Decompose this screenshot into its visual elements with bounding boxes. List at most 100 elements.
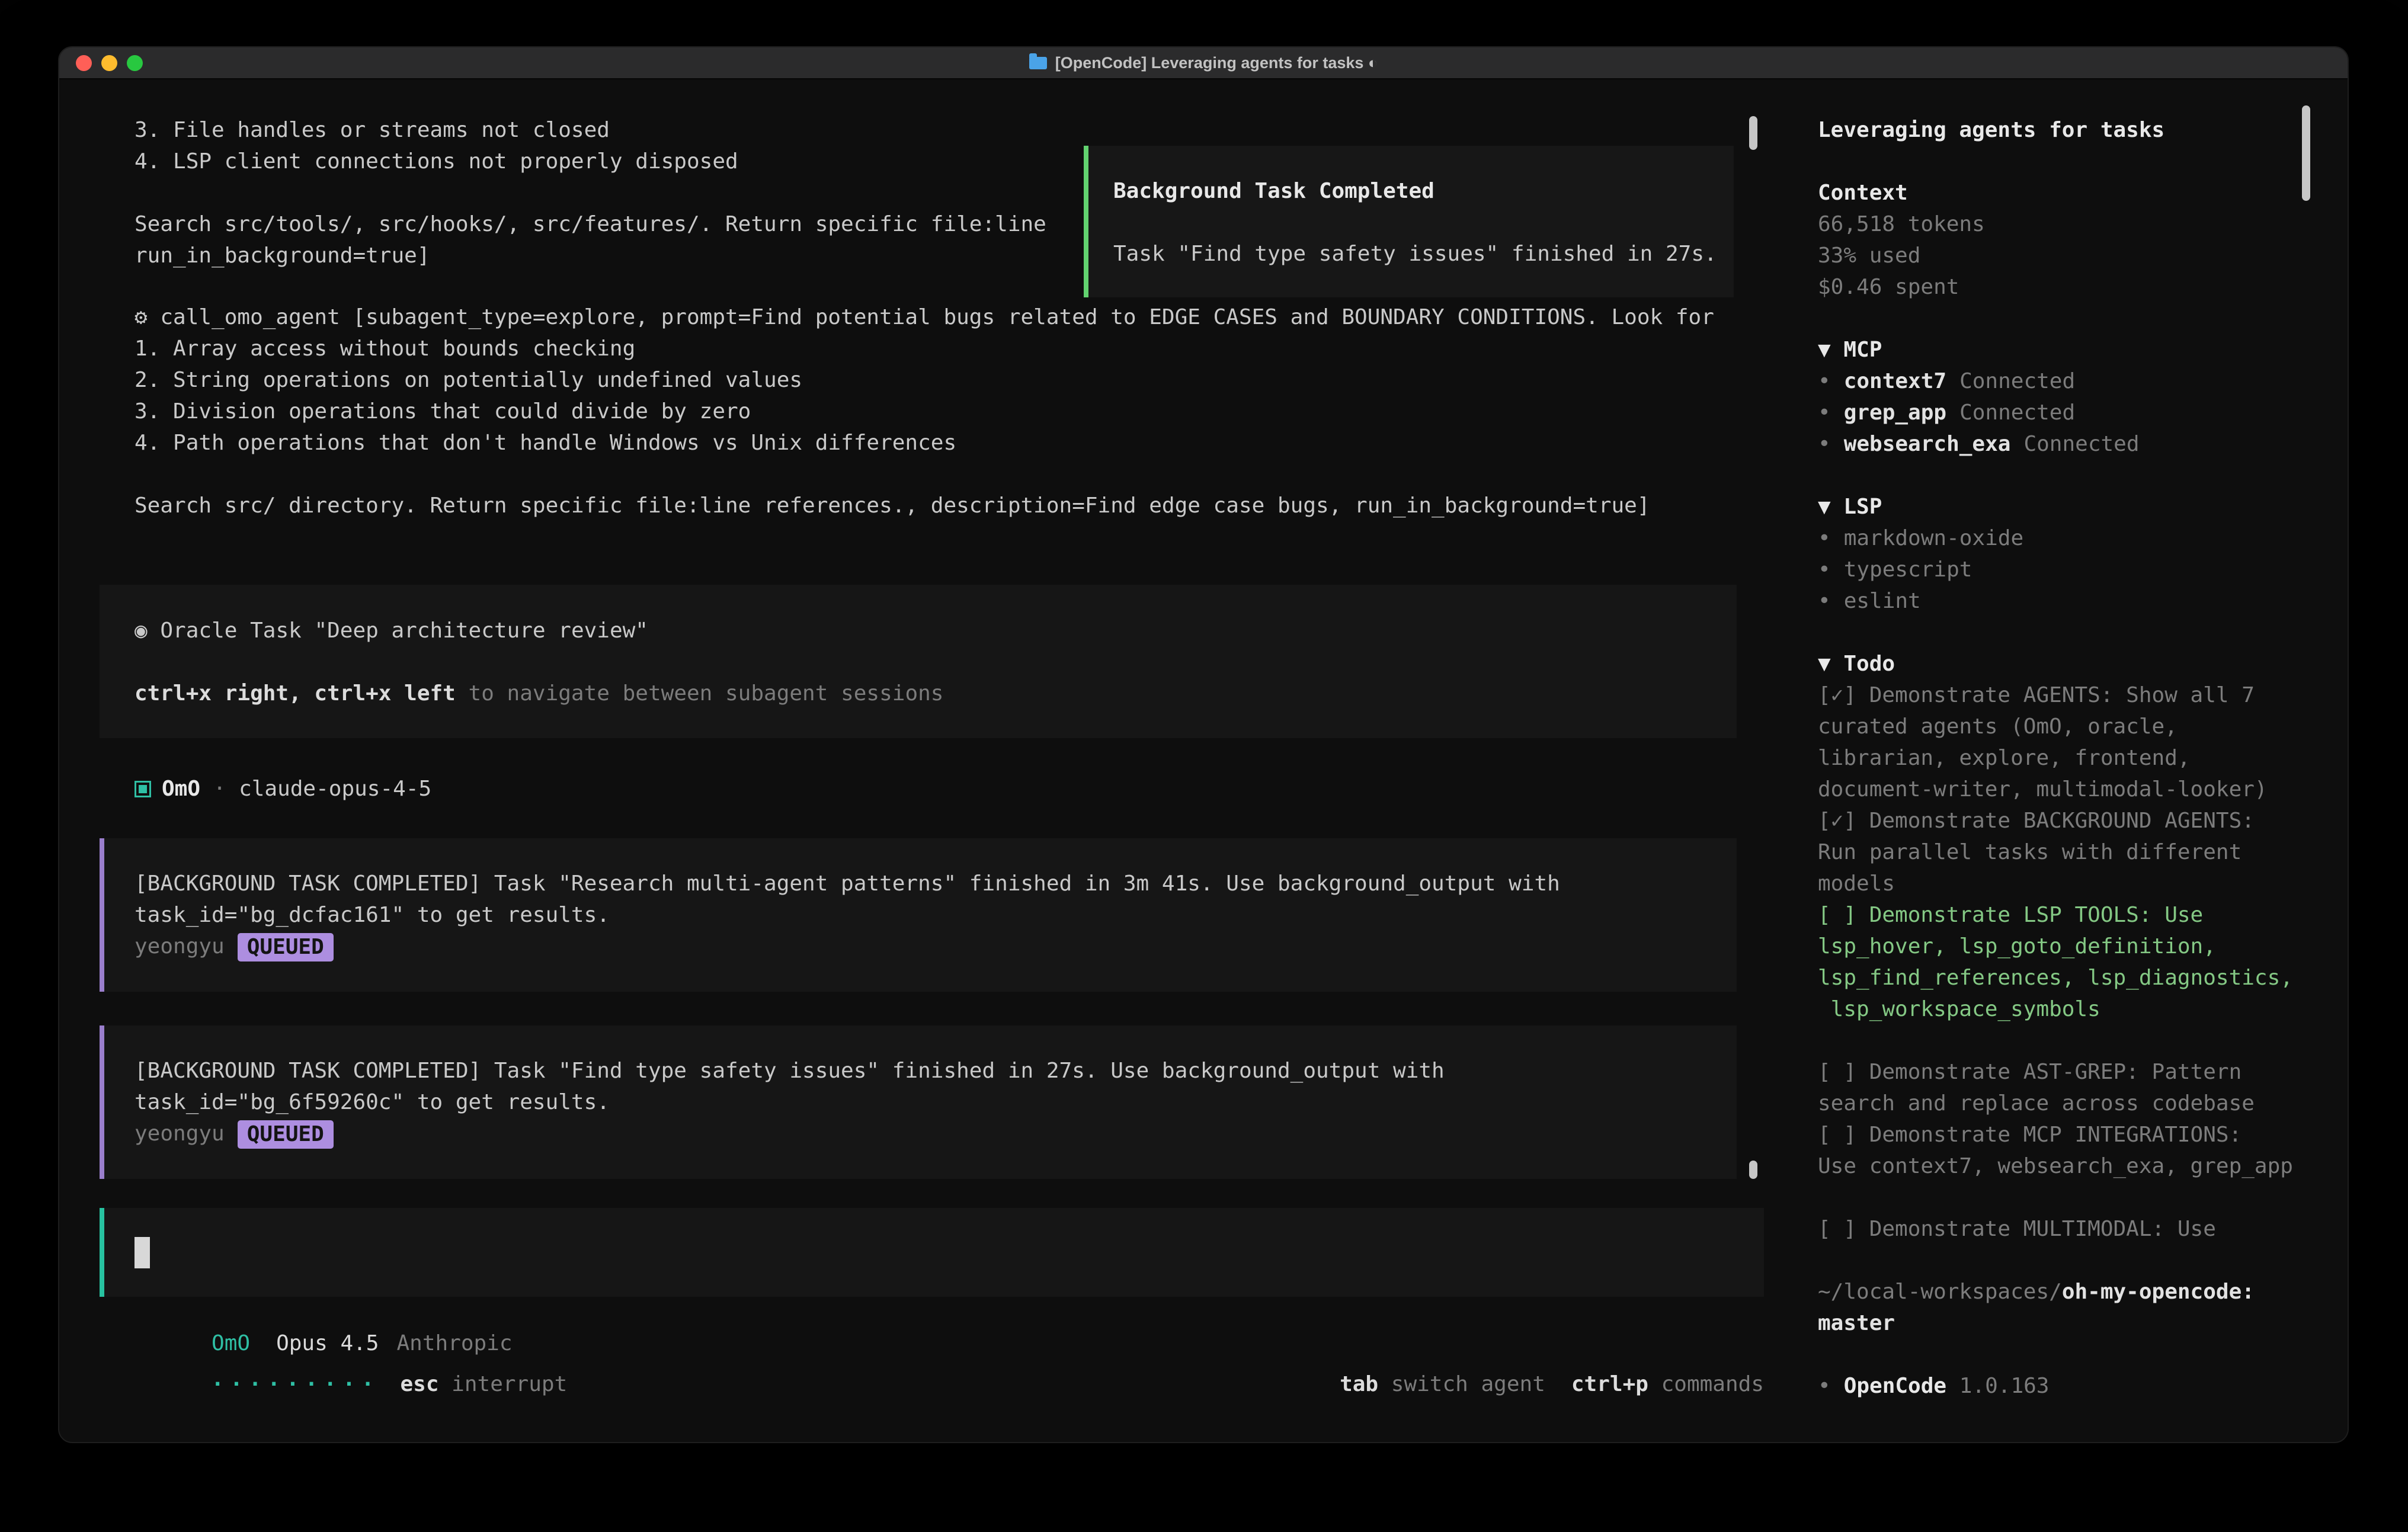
lsp-item: •markdown-oxide — [1818, 523, 2349, 554]
lsp-name: typescript — [1844, 557, 1972, 582]
message-author: yeongyu — [135, 1121, 225, 1146]
oracle-hint-text: to navigate between subagent sessions — [456, 681, 944, 706]
spacer — [135, 646, 1737, 678]
notification-title: Background Task Completed — [1113, 175, 1734, 207]
tool-call-line: 1. Array access without bounds checking — [135, 333, 1714, 364]
esc-key-hint: esc — [400, 1372, 438, 1396]
oracle-title-row: ◉ Oracle Task "Deep architecture review" — [135, 615, 1737, 646]
mcp-name: context7 — [1844, 369, 1946, 393]
agent-name: OmO — [162, 777, 200, 801]
context-tokens: 66,518 tokens — [1818, 209, 2349, 240]
lsp-heading[interactable]: ▼ LSP — [1818, 491, 2349, 523]
message-line: [BACKGROUND TASK COMPLETED] Task "Resear… — [135, 868, 1737, 899]
message-line: [BACKGROUND TASK COMPLETED] Task "Find t… — [135, 1055, 1737, 1086]
bullet-icon: • — [1818, 557, 1831, 582]
bullet-icon: • — [1818, 589, 1831, 613]
oracle-task-panel: ◉ Oracle Task "Deep architecture review"… — [100, 585, 1737, 738]
spacer — [1818, 1245, 2349, 1276]
spinner-dots: ········· — [211, 1372, 380, 1396]
tool-call-line: 2. String operations on potentially unde… — [135, 364, 1714, 396]
message-author: yeongyu — [135, 934, 225, 959]
todo-line-done: Run parallel tasks with different — [1818, 836, 2349, 868]
omo-agent-icon — [135, 781, 151, 797]
mcp-heading[interactable]: ▼ MCP — [1818, 334, 2349, 366]
notification-body: Task "Find type safety issues" finished … — [1113, 238, 1734, 270]
mcp-name: websearch_exa — [1844, 432, 2011, 456]
bullet-icon: • — [1818, 1374, 1831, 1398]
scrollback-line: 3. File handles or streams not closed — [135, 114, 1046, 146]
todo-line-done: curated agents (OmO, oracle, — [1818, 711, 2349, 742]
oracle-hint-keys: ctrl+x right, ctrl+x left — [135, 681, 456, 706]
todo-line-pending — [1818, 1182, 2349, 1213]
assistant-message: [BACKGROUND TASK COMPLETED] Task "Resear… — [100, 838, 1737, 992]
lsp-name: eslint — [1844, 589, 1921, 613]
context-used: 33% used — [1818, 240, 2349, 271]
oracle-hint-row: ctrl+x right, ctrl+x left to navigate be… — [135, 678, 1737, 709]
sidebar-scrollbar-thumb[interactable] — [2302, 105, 2310, 201]
tool-call-line: Search src/ directory. Return specific f… — [135, 490, 1714, 521]
mcp-status: Connected — [1959, 400, 2075, 425]
lsp-item: • typescript — [1818, 554, 2349, 585]
message-meta-row: yeongyuQUEUED — [135, 1118, 1737, 1149]
background-task-notification: Background Task Completed Task "Find typ… — [1084, 146, 1734, 297]
tab-key-label: switch agent — [1378, 1372, 1545, 1396]
todo-line-active: lsp_hover, lsp_goto_definition, — [1818, 931, 2349, 962]
spacer — [1818, 1339, 2349, 1370]
message-line: task_id="bg_6f59260c" to get results. — [135, 1086, 1737, 1118]
mcp-item: • websearch_exa Connected — [1818, 428, 2349, 460]
scrollbar-thumb[interactable] — [1749, 116, 1757, 150]
status-left: ········· esc interrupt — [108, 1348, 567, 1421]
todo-line-active: lsp_find_references, lsp_diagnostics, — [1818, 962, 2349, 993]
session-sidebar: Leveraging agents for tasks Context 66,5… — [1795, 79, 2349, 1442]
context-heading: Context — [1818, 177, 2349, 209]
workspace-branch: master — [1818, 1307, 2349, 1339]
scrollback-line: Search src/tools/, src/hooks/, src/featu… — [135, 209, 1046, 240]
todo-line-pending: search and replace across codebase — [1818, 1088, 2349, 1119]
session-title: Leveraging agents for tasks — [1818, 114, 2349, 146]
queued-badge: QUEUED — [238, 933, 334, 961]
scrollback-line: run_in_background=true] — [135, 240, 1046, 271]
mcp-status: Connected — [1959, 369, 2075, 393]
scrollback-line — [135, 177, 1046, 209]
esc-key-label: interrupt — [439, 1372, 568, 1396]
traffic-lights — [59, 55, 143, 71]
bullet-icon: • — [1818, 526, 1831, 550]
active-model-row: OmOOpus 4.5Anthropic — [135, 1307, 513, 1338]
zoom-button[interactable] — [127, 55, 143, 71]
spacer — [1818, 460, 2349, 491]
oracle-icon: ◉ — [135, 618, 148, 643]
context-spent: $0.46 spent — [1818, 271, 2349, 303]
tool-call-line — [135, 459, 1714, 490]
todo-line-done: models — [1818, 868, 2349, 899]
scrollbar-thumb[interactable] — [1749, 1161, 1757, 1179]
mcp-name: grep_app — [1844, 400, 1946, 425]
todo-heading[interactable]: ▼ Todo — [1818, 648, 2349, 680]
workspace-path: ~/local-workspaces/ — [1818, 1280, 2062, 1304]
text-cursor — [135, 1237, 150, 1268]
message-line: task_id="bg_dcfac161" to get results. — [135, 899, 1737, 931]
mcp-item: • context7 Connected — [1818, 366, 2349, 397]
todo-line-done: document-writer, multimodal-looker) — [1818, 774, 2349, 805]
prompt-input[interactable] — [100, 1208, 1764, 1297]
tool-call-line: 4. Path operations that don't handle Win… — [135, 427, 1714, 459]
todo-line-done: librarian, explore, frontend, — [1818, 742, 2349, 774]
scrollback-line: 4. LSP client connections not properly d… — [135, 146, 1046, 177]
todo-line-pending: [ ] Demonstrate AST-GREP: Pattern — [1818, 1056, 2349, 1088]
window-title: [OpenCode] Leveraging agents for tasks ◐ — [1055, 54, 1378, 72]
tool-call-line: ⚙ call_omo_agent [subagent_type=explore,… — [135, 302, 1714, 333]
version-row: •OpenCode 1.0.163 — [1818, 1370, 2349, 1402]
minimize-button[interactable] — [101, 55, 117, 71]
status-right: tab switch agentctrl+p commands — [1237, 1348, 1764, 1421]
close-button[interactable] — [76, 55, 92, 71]
workspace-path-row: ~/local-workspaces/oh-my-opencode: — [1818, 1276, 2349, 1307]
tool-call-block: ⚙ call_omo_agent [subagent_type=explore,… — [135, 302, 1714, 521]
todo-line-done: [✓] Demonstrate BACKGROUND AGENTS: — [1818, 805, 2349, 836]
mcp-status: Connected — [2023, 432, 2139, 456]
spacer — [1818, 1025, 2349, 1056]
bullet-icon: • — [1818, 369, 1831, 393]
agent-model: claude-opus-4-5 — [239, 777, 431, 801]
todo-line-pending: Use context7, websearch_exa, grep_app — [1818, 1150, 2349, 1182]
bullet-icon: • — [1818, 432, 1831, 456]
todo-line-done: [✓] Demonstrate AGENTS: Show all 7 — [1818, 680, 2349, 711]
app-name: OpenCode — [1844, 1374, 1946, 1398]
